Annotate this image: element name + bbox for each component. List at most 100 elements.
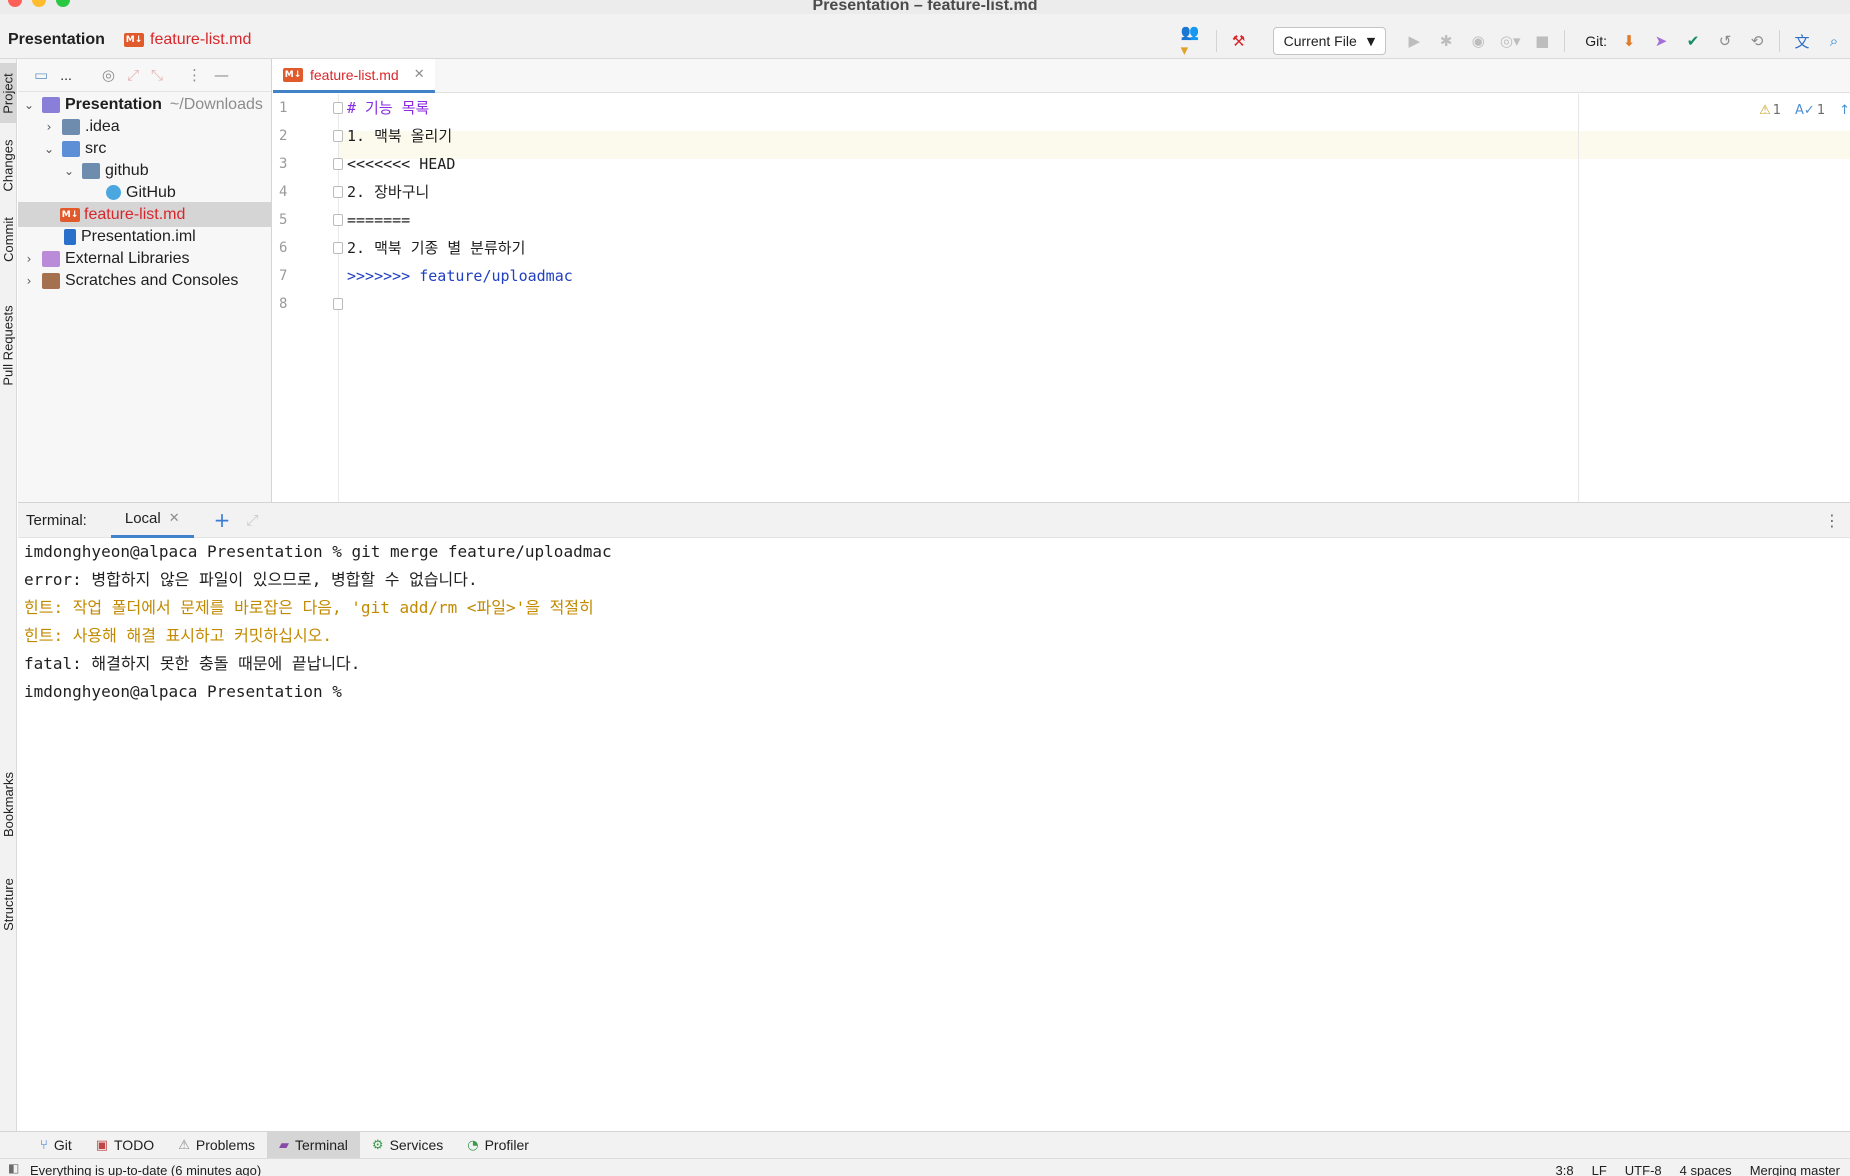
- project-view-icon[interactable]: ▭: [34, 66, 48, 84]
- expand-icon[interactable]: ⤢: [246, 511, 258, 529]
- terminal-output[interactable]: imdonghyeon@alpaca Presentation % git me…: [18, 538, 1850, 1131]
- collapse-all-icon[interactable]: ⤡: [151, 66, 163, 84]
- new-terminal-icon[interactable]: +: [214, 508, 231, 532]
- coverage-icon[interactable]: ◉: [1465, 28, 1491, 54]
- bottom-tool-tabs: ⑂ Git ▣ TODO ⚠ Problems ▰ Terminal ⚙ Ser…: [0, 1131, 1850, 1159]
- code-line[interactable]: =======: [347, 206, 410, 234]
- breadcrumb-file[interactable]: M↓ feature-list.md: [124, 31, 251, 49]
- project-folder-icon: [42, 96, 60, 113]
- tool-tab-profiler[interactable]: ◔ Profiler: [455, 1132, 541, 1159]
- git-push-icon[interactable]: ➤: [1648, 28, 1674, 54]
- left-tool-strip: Project Changes Commit Pull Requests Boo…: [0, 59, 17, 1131]
- tool-tab-git[interactable]: ⑂ Git: [28, 1132, 84, 1159]
- tool-tab-problems[interactable]: ⚠ Problems: [166, 1132, 267, 1159]
- code-line[interactable]: 2. 맥북 기종 별 분류하기: [347, 234, 525, 262]
- code-line[interactable]: 1. 맥북 올리기: [347, 122, 452, 150]
- fold-marker[interactable]: [333, 102, 343, 114]
- project-view-label[interactable]: ...: [60, 67, 72, 83]
- run-icon[interactable]: ▶: [1401, 28, 1427, 54]
- fold-marker[interactable]: [333, 158, 343, 170]
- arrow-up-icon[interactable]: ↑: [1839, 103, 1850, 118]
- terminal-line: fatal: 해결하지 못한 충돌 때문에 끝납니다.: [24, 654, 361, 673]
- line-number: 7: [279, 268, 288, 284]
- close-tab-icon[interactable]: ✕: [414, 67, 425, 82]
- navigation-bar: Presentation M↓ feature-list.md 👥▾ ⚒ Cur…: [0, 14, 1850, 59]
- editor-tab-bar: M↓ feature-list.md ✕: [273, 59, 1850, 93]
- translate-icon[interactable]: 文: [1789, 28, 1815, 54]
- warning-count: 1: [1772, 103, 1782, 118]
- git-update-icon[interactable]: ⬇: [1616, 28, 1642, 54]
- line-number: 2: [279, 128, 288, 144]
- debug-icon[interactable]: ✱: [1433, 28, 1459, 54]
- line-number: 8: [279, 296, 288, 312]
- fold-marker[interactable]: [333, 214, 343, 226]
- chevron-down-icon[interactable]: ⌄: [22, 98, 36, 112]
- code-line[interactable]: 2. 장바구니: [347, 178, 429, 206]
- inspections-widget[interactable]: ⚠ 1 A✓ 1 ↑: [1759, 103, 1850, 118]
- search-icon[interactable]: ⌕: [1821, 28, 1847, 54]
- git-label: Git:: [1585, 33, 1607, 49]
- markdown-icon: M↓: [283, 67, 303, 82]
- vcs-branch[interactable]: Merging master: [1750, 1163, 1840, 1176]
- chevron-right-icon[interactable]: ›: [22, 274, 36, 288]
- chevron-down-icon[interactable]: ⌄: [62, 164, 76, 178]
- fold-marker[interactable]: [333, 130, 343, 142]
- tool-tab-commit[interactable]: Commit: [0, 209, 17, 269]
- tree-item-scratches[interactable]: › Scratches and Consoles: [18, 268, 272, 293]
- iml-icon: [64, 228, 76, 245]
- breadcrumb-project[interactable]: Presentation: [8, 31, 105, 49]
- stop-icon[interactable]: ■: [1529, 28, 1555, 54]
- indent-setting[interactable]: 4 spaces: [1680, 1163, 1732, 1176]
- file-encoding[interactable]: UTF-8: [1625, 1163, 1662, 1176]
- project-path-hint: ~/Downloads: [169, 95, 263, 113]
- toolbar-divider: [1564, 30, 1566, 52]
- code-line[interactable]: >>>>>>> feature/uploadmac: [347, 262, 573, 290]
- expand-all-icon[interactable]: ⤢: [127, 66, 139, 84]
- code-line[interactable]: <<<<<<< HEAD: [347, 150, 455, 178]
- title-bar: Presentation – feature-list.md: [0, 0, 1850, 14]
- line-separator[interactable]: LF: [1592, 1163, 1607, 1176]
- terminal-line: imdonghyeon@alpaca Presentation %: [24, 682, 342, 701]
- git-branch-icon: ⑂: [40, 1137, 48, 1153]
- tool-tab-terminal[interactable]: ▰ Terminal: [267, 1131, 360, 1159]
- tool-tab-todo[interactable]: ▣ TODO: [84, 1132, 167, 1159]
- editor-tab-feature-list[interactable]: M↓ feature-list.md ✕: [273, 59, 435, 93]
- tool-tab-pull-requests[interactable]: Pull Requests: [0, 295, 17, 395]
- run-configuration-select[interactable]: Current File ▼: [1272, 27, 1387, 55]
- chevron-down-icon[interactable]: ⌄: [42, 142, 56, 156]
- chevron-right-icon[interactable]: ›: [22, 252, 36, 266]
- window-title: Presentation – feature-list.md: [812, 0, 1038, 14]
- profile-icon[interactable]: ◎▾: [1497, 28, 1523, 54]
- close-tab-icon[interactable]: ✕: [169, 511, 180, 526]
- class-icon: [106, 185, 121, 200]
- terminal-tab-label: Local: [124, 510, 161, 527]
- terminal-tab-local[interactable]: Local ✕: [110, 502, 194, 538]
- tool-tab-bookmarks[interactable]: Bookmarks: [0, 764, 17, 844]
- status-message[interactable]: Everything is up-to-date (6 minutes ago): [30, 1163, 261, 1176]
- terminal-header: Terminal: Local ✕ + ⤢ ⋮: [18, 502, 1850, 538]
- fold-marker[interactable]: [333, 242, 343, 254]
- code-line[interactable]: # 기능 목록: [347, 94, 429, 122]
- git-rollback-icon[interactable]: ⟲: [1744, 28, 1770, 54]
- fold-marker[interactable]: [333, 186, 343, 198]
- code-with-me-icon[interactable]: 👥▾: [1181, 23, 1207, 59]
- options-icon[interactable]: ⋮: [1824, 511, 1840, 530]
- toolbar-divider: [1779, 30, 1780, 52]
- hide-icon[interactable]: —: [214, 66, 229, 84]
- options-icon[interactable]: ⋮: [187, 66, 202, 84]
- git-history-icon[interactable]: ↺: [1712, 28, 1738, 54]
- markdown-icon: M↓: [60, 207, 80, 222]
- caret-position[interactable]: 3:8: [1556, 1163, 1574, 1176]
- fold-marker[interactable]: [333, 298, 343, 310]
- build-hammer-icon[interactable]: ⚒: [1226, 28, 1252, 54]
- tool-tab-structure[interactable]: Structure: [0, 869, 17, 939]
- chevron-right-icon[interactable]: ›: [42, 120, 56, 134]
- locate-icon[interactable]: ◎: [102, 66, 115, 84]
- git-commit-icon[interactable]: ✔: [1680, 28, 1706, 54]
- tool-tab-changes[interactable]: Changes: [0, 135, 17, 195]
- todo-icon: ▣: [95, 1137, 108, 1153]
- terminal-line: error: 병합하지 않은 파일이 있으므로, 병합할 수 없습니다.: [24, 570, 478, 589]
- tool-tab-services[interactable]: ⚙ Services: [360, 1132, 455, 1159]
- tool-tab-project[interactable]: Project: [0, 63, 17, 123]
- services-icon: ⚙: [371, 1137, 384, 1153]
